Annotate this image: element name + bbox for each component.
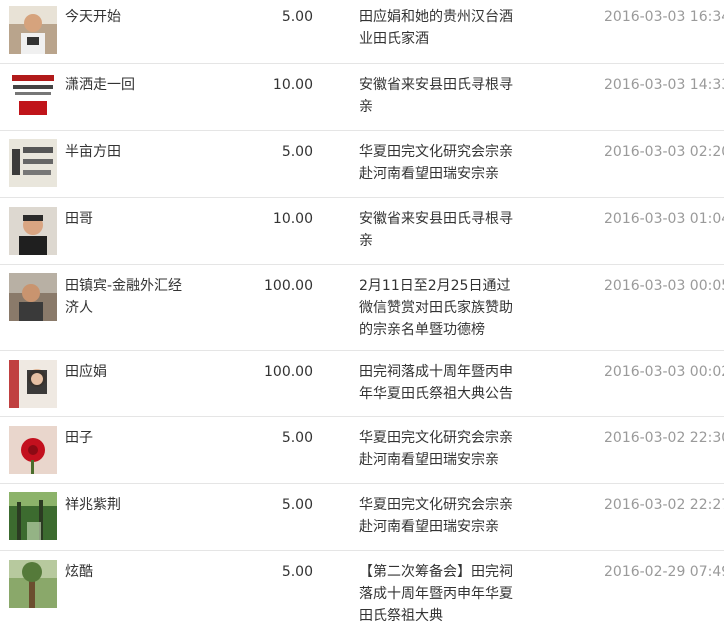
donation-amount: 5.00 xyxy=(281,9,313,25)
sign-avatar-icon[interactable] xyxy=(9,139,57,187)
project-title[interactable]: 2月11日至2月25日通过微信赞赏对田氏家族赞助的宗亲名单暨功德榜 xyxy=(359,275,524,341)
donor-name: 田镇宾-金融外汇经济人 xyxy=(65,278,183,316)
donation-time: 2016-03-03 16:34 xyxy=(604,9,724,25)
person-avatar-icon[interactable] xyxy=(9,6,57,54)
donation-amount: 5.00 xyxy=(281,497,313,513)
donor-name: 田哥 xyxy=(65,211,93,227)
donor-name: 田子 xyxy=(65,430,93,446)
donation-amount: 100.00 xyxy=(264,278,313,294)
donation-time: 2016-03-03 14:33 xyxy=(604,77,724,93)
project-title[interactable]: 【第二次筹备会】田完祠落成十周年暨丙申年华夏田氏祭祖大典 xyxy=(359,561,524,627)
tree-avatar-icon[interactable] xyxy=(9,560,57,608)
donation-list: 今天开始 5.00 田应娟和她的贵州汉台酒业田氏家酒 2016-03-03 16… xyxy=(0,0,724,627)
flower-avatar-icon[interactable] xyxy=(9,426,57,474)
project-title[interactable]: 华夏田完文化研究会宗亲赴河南看望田瑞安宗亲 xyxy=(359,141,524,185)
donor-name: 田应娟 xyxy=(65,364,107,380)
donation-amount: 10.00 xyxy=(272,211,313,227)
donation-amount: 5.00 xyxy=(281,564,313,580)
donor-name: 今天开始 xyxy=(65,9,121,25)
list-item: 半亩方田 5.00 华夏田完文化研究会宗亲赴河南看望田瑞安宗亲 2016-03-… xyxy=(0,131,724,198)
donation-time: 2016-03-03 02:20 xyxy=(604,144,724,160)
donation-time: 2016-03-03 00:05 xyxy=(604,278,724,294)
donor-name: 半亩方田 xyxy=(65,144,121,160)
donation-time: 2016-03-03 00:02 xyxy=(604,364,724,380)
project-title[interactable]: 华夏田完文化研究会宗亲赴河南看望田瑞安宗亲 xyxy=(359,494,524,538)
list-item: 田镇宾-金融外汇经济人 100.00 2月11日至2月25日通过微信赞赏对田氏家… xyxy=(0,265,724,351)
calligraphy-avatar-icon[interactable] xyxy=(9,71,57,119)
list-item: 今天开始 5.00 田应娟和她的贵州汉台酒业田氏家酒 2016-03-03 16… xyxy=(0,0,724,64)
person-avatar-icon[interactable] xyxy=(9,207,57,255)
donation-amount: 100.00 xyxy=(264,364,313,380)
list-item: 田子 5.00 华夏田完文化研究会宗亲赴河南看望田瑞安宗亲 2016-03-02… xyxy=(0,417,724,484)
donor-name: 祥兆紫荆 xyxy=(65,497,121,513)
donor-name: 炫酷 xyxy=(65,564,93,580)
list-item: 潇洒走一回 10.00 安徽省来安县田氏寻根寻亲 2016-03-03 14:3… xyxy=(0,64,724,131)
project-title[interactable]: 安徽省来安县田氏寻根寻亲 xyxy=(359,74,524,118)
donation-amount: 5.00 xyxy=(281,144,313,160)
donor-name: 潇洒走一回 xyxy=(65,77,135,93)
donation-time: 2016-02-29 07:49 xyxy=(604,564,724,580)
list-item: 炫酷 5.00 【第二次筹备会】田完祠落成十周年暨丙申年华夏田氏祭祖大典 201… xyxy=(0,551,724,627)
forest-avatar-icon[interactable] xyxy=(9,492,57,540)
donation-time: 2016-03-02 22:30 xyxy=(604,430,724,446)
list-item: 祥兆紫荆 5.00 华夏田完文化研究会宗亲赴河南看望田瑞安宗亲 2016-03-… xyxy=(0,484,724,551)
list-item: 田应娟 100.00 田完祠落成十周年暨丙申年华夏田氏祭祖大典公告 2016-0… xyxy=(0,351,724,417)
list-item: 田哥 10.00 安徽省来安县田氏寻根寻亲 2016-03-03 01:04 xyxy=(0,198,724,265)
project-title[interactable]: 田应娟和她的贵州汉台酒业田氏家酒 xyxy=(359,6,524,50)
project-title[interactable]: 田完祠落成十周年暨丙申年华夏田氏祭祖大典公告 xyxy=(359,361,524,405)
donation-amount: 10.00 xyxy=(272,77,313,93)
donation-time: 2016-03-02 22:27 xyxy=(604,497,724,513)
donation-time: 2016-03-03 01:04 xyxy=(604,211,724,227)
donation-amount: 5.00 xyxy=(281,430,313,446)
person-avatar-icon[interactable] xyxy=(9,273,57,321)
person-avatar-icon[interactable] xyxy=(9,360,57,408)
project-title[interactable]: 安徽省来安县田氏寻根寻亲 xyxy=(359,208,524,252)
project-title[interactable]: 华夏田完文化研究会宗亲赴河南看望田瑞安宗亲 xyxy=(359,427,524,471)
